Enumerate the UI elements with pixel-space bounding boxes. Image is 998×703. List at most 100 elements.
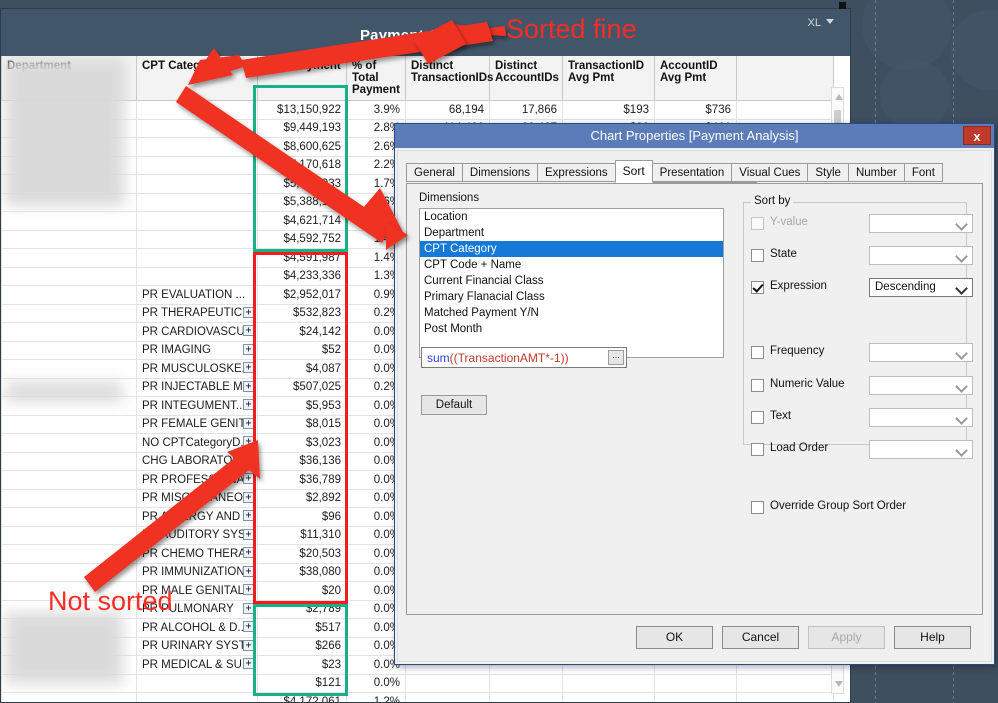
ok-button[interactable]: OK <box>636 626 713 649</box>
dimension-item-cpt-code-name[interactable]: CPT Code + Name <box>420 257 723 273</box>
expand-icon[interactable]: + <box>243 602 254 614</box>
expand-icon[interactable]: + <box>243 417 254 429</box>
dropdown-load-order[interactable] <box>869 440 973 459</box>
export-to-excel-menu[interactable]: XL <box>808 17 834 29</box>
checkbox-text[interactable] <box>751 411 764 424</box>
tab-general[interactable]: General <box>406 163 463 182</box>
cell-cpt-category[interactable]: PR EVALUATION ...- <box>136 285 258 305</box>
expand-icon[interactable]: + <box>243 399 254 410</box>
cell-cpt-category[interactable]: PR INJECTABLE M... + <box>136 378 258 397</box>
scroll-down-icon[interactable] <box>835 681 843 687</box>
cell-cpt-category[interactable]: + <box>136 211 258 231</box>
dropdown-text[interactable] <box>869 408 973 427</box>
cell-cpt-category[interactable]: PR IMMUNIZATIONS + <box>136 563 258 582</box>
sort-expression-field[interactable]: sum((TransactionAMT*-1)) ... <box>421 347 627 368</box>
checkbox-state[interactable] <box>751 249 764 262</box>
expand-icon[interactable]: + <box>243 362 254 373</box>
table-row[interactable]: +$1210.0% <box>1 674 834 693</box>
cell-cpt-category[interactable]: PR MEDICAL & SU... + <box>136 655 258 675</box>
scroll-up-icon[interactable] <box>835 94 843 100</box>
table-row[interactable]: +$13,150,9223.9%68,19417,866$193$736 <box>1 100 834 120</box>
cell-cpt-category[interactable]: + <box>136 119 258 138</box>
cell-cpt-category[interactable]: + <box>136 137 258 157</box>
dimension-item-department[interactable]: Department <box>420 225 723 241</box>
cell-cpt-category[interactable]: PR CHEMO THERA... + <box>136 544 258 564</box>
checkbox-expression[interactable] <box>751 281 764 294</box>
cell-cpt-category[interactable]: PR INTEGUMENT... + <box>136 396 258 416</box>
tab-presentation[interactable]: Presentation <box>651 163 733 182</box>
expand-icon[interactable]: + <box>243 547 254 558</box>
dropdown-numeric-value[interactable] <box>869 376 973 395</box>
dropdown-expression[interactable]: Descending <box>869 278 973 297</box>
column-header-5[interactable]: Distinct AccountIDs <box>489 56 563 101</box>
cell-cpt-category[interactable]: PR AUDITORY SYS... + <box>136 526 258 545</box>
column-header-0[interactable]: Department <box>1 56 137 101</box>
cell-cpt-category[interactable]: PR PULMONARY + <box>136 600 258 619</box>
close-icon[interactable]: x <box>963 126 991 145</box>
cell-cpt-category[interactable]: PR MISCELLANEO... + <box>136 489 258 508</box>
cell-cpt-category[interactable]: PR PROFESSIONAL... + <box>136 470 258 490</box>
dropdown-frequency[interactable] <box>869 343 973 362</box>
cell-cpt-category[interactable]: PR URINARY SYST... + <box>136 637 258 656</box>
expand-icon[interactable]: + <box>243 565 254 577</box>
default-button[interactable]: Default <box>421 395 487 415</box>
cell-cpt-category[interactable]: NO CPTCategoryD... + <box>136 433 258 453</box>
expand-icon[interactable]: + <box>243 491 254 503</box>
override-group-sort-order-row[interactable]: Override Group Sort Order <box>751 498 981 516</box>
expand-icon[interactable]: + <box>243 473 254 484</box>
checkbox-load-order[interactable] <box>751 443 764 456</box>
expand-icon[interactable]: + <box>243 325 254 336</box>
dimension-item-cpt-category[interactable]: CPT Category <box>420 241 723 257</box>
tab-font[interactable]: Font <box>903 163 943 182</box>
expand-icon[interactable]: + <box>243 380 254 392</box>
checkbox-numeric-value[interactable] <box>751 379 764 392</box>
tab-number[interactable]: Number <box>847 163 905 182</box>
cell-cpt-category[interactable]: + <box>136 267 258 286</box>
expand-icon[interactable]: + <box>243 621 254 632</box>
cell-cpt-category[interactable]: PR ALCOHOL & D... + <box>136 618 258 638</box>
cell-cpt-category[interactable]: PR ALLERGY AND ... + <box>136 507 258 527</box>
cell-cpt-category[interactable]: PR FEMALE GENIT... + <box>136 415 258 434</box>
dimensions-list[interactable]: Location Department CPT Category CPT Code +… <box>419 208 724 358</box>
column-header-1[interactable]: CPT Category <box>136 56 258 101</box>
dialog-title-bar[interactable]: Chart Properties [Payment Analysis] <box>395 124 994 148</box>
expand-icon[interactable]: + <box>243 528 254 540</box>
cell-cpt-category[interactable]: PR CARDIOVASCU... + <box>136 322 258 342</box>
cell-cpt-category[interactable]: + <box>136 674 258 693</box>
help-button[interactable]: Help <box>894 626 971 649</box>
cell-cpt-category[interactable]: + <box>136 100 258 120</box>
table-row[interactable]: +$4,172,0611.2% <box>1 692 834 702</box>
tab-dimensions[interactable]: Dimensions <box>461 163 538 182</box>
dimension-item-location[interactable]: Location <box>420 209 723 225</box>
cancel-button[interactable]: Cancel <box>722 626 799 649</box>
tab-expressions[interactable]: Expressions <box>537 163 616 182</box>
cell-cpt-category[interactable]: PR IMAGING + <box>136 341 258 360</box>
column-header-2[interactable]: Total Payment <box>257 56 347 101</box>
cell-cpt-category[interactable]: + <box>136 248 258 268</box>
expand-icon[interactable]: + <box>243 306 254 318</box>
cell-cpt-category[interactable]: + <box>136 193 258 212</box>
dimension-item-current-financial-class[interactable]: Current Financial Class <box>420 273 723 289</box>
cell-cpt-category[interactable]: CHG LABORATORY + <box>136 452 258 471</box>
expand-icon[interactable]: + <box>243 584 254 595</box>
column-header-3[interactable]: % of Total Payment <box>346 56 406 101</box>
column-header-4[interactable]: Distinct TransactionIDs <box>405 56 493 101</box>
dropdown-state[interactable] <box>869 246 973 265</box>
dimension-item-matched-payment-y-n[interactable]: Matched Payment Y/N <box>420 305 723 321</box>
expand-icon[interactable]: + <box>243 343 254 355</box>
override-group-sort-order-checkbox[interactable] <box>751 501 764 514</box>
expand-icon[interactable]: + <box>243 454 254 466</box>
dimension-item-primary-flanacial-class[interactable]: Primary Flanacial Class <box>420 289 723 305</box>
dimension-item-post-month[interactable]: Post Month <box>420 321 723 337</box>
expression-editor-button[interactable]: ... <box>608 350 624 365</box>
expand-icon[interactable]: + <box>243 510 254 521</box>
expand-icon[interactable]: + <box>243 639 254 651</box>
tab-style[interactable]: Style <box>807 163 849 182</box>
tab-visual-cues[interactable]: Visual Cues <box>731 163 809 182</box>
expand-icon[interactable]: + <box>243 658 254 669</box>
tab-sort[interactable]: Sort <box>614 160 653 183</box>
expand-icon[interactable]: + <box>243 436 254 447</box>
column-header-7[interactable]: AccountID Avg Pmt <box>654 56 737 101</box>
cell-cpt-category[interactable]: PR THERAPEUTIC ... + <box>136 304 258 323</box>
cell-cpt-category[interactable]: + <box>136 174 258 194</box>
